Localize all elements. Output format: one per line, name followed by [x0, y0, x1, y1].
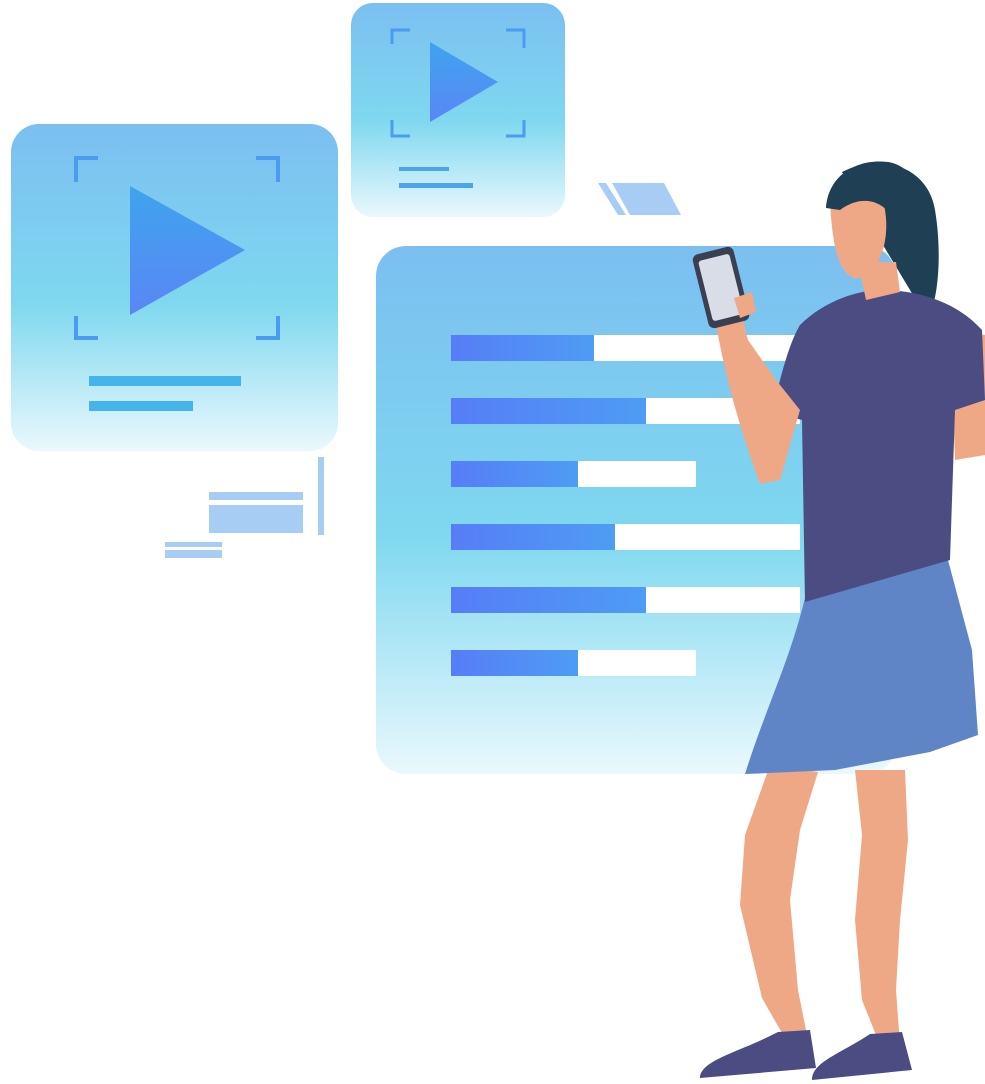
- progress-bar: [451, 461, 696, 487]
- left-shoe: [700, 1030, 816, 1078]
- progress-bar-fill: [451, 461, 578, 487]
- small-card-caption-line: [399, 183, 473, 188]
- left-leg: [740, 765, 818, 1040]
- illustration: [11, 3, 985, 1080]
- deco-line: [165, 550, 222, 558]
- progress-bar-fill: [451, 335, 594, 361]
- progress-bar-fill: [451, 524, 615, 550]
- progress-bar-fill: [451, 650, 578, 676]
- deco-line: [209, 492, 303, 500]
- large-video-card: [11, 124, 338, 451]
- progress-bar: [451, 524, 800, 550]
- deco-block: [209, 505, 303, 533]
- progress-bar-fill: [451, 587, 646, 613]
- small-video-card: [351, 3, 565, 217]
- deco-line: [165, 542, 222, 547]
- progress-bar-fill: [451, 398, 646, 424]
- progress-bar: [451, 587, 800, 613]
- large-card-caption-line: [89, 376, 241, 386]
- progress-bar: [451, 650, 696, 676]
- deco-vertical-line: [318, 457, 324, 535]
- small-card-caption-line: [399, 167, 449, 171]
- right-shoe: [812, 1032, 912, 1080]
- right-leg: [855, 770, 908, 1045]
- large-card-caption-line: [89, 401, 193, 411]
